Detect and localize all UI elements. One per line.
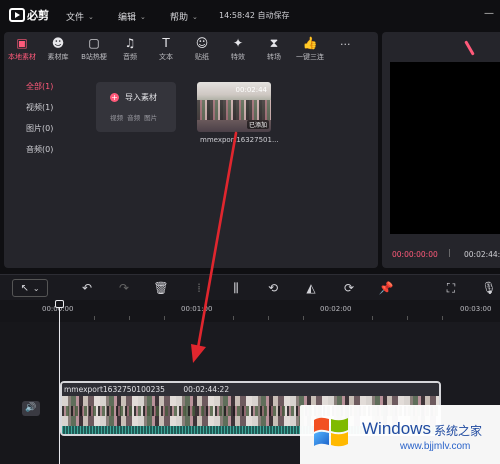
- plus-icon: +: [110, 93, 119, 102]
- ruler-label: 00:03:00: [460, 305, 492, 313]
- effects-icon: ✦: [232, 35, 244, 50]
- app-name: 必剪: [27, 9, 49, 22]
- watermark-title: Windows: [362, 419, 431, 438]
- ruler-label: 00:01:00: [181, 305, 213, 313]
- media-toolbar: ▣ 本地素材 ☻ 素材库 ▢ B站热梗 ♫ 音频 T 文本 ☺ 贴纸 ✦ 特效 …: [4, 32, 378, 66]
- music-icon: ♫: [124, 35, 136, 50]
- split-button[interactable]: ⁞: [191, 279, 207, 297]
- pen-icon[interactable]: [464, 40, 475, 56]
- redo-icon: ↷: [118, 281, 130, 295]
- media-filename: mmexport163275​01...: [200, 136, 279, 144]
- preview-screen[interactable]: [390, 62, 500, 234]
- tab-text[interactable]: T 文本: [148, 32, 184, 66]
- category-video[interactable]: 视频(1): [4, 97, 84, 118]
- microphone-icon: 🎙: [481, 281, 497, 295]
- total-time: 00:02:44:2: [464, 250, 500, 259]
- ruler-label: 00:02:00: [320, 305, 352, 313]
- timeline-toolbar: ↖ ⌄ ↶ ↷ 🗑 ⁞ ⫼ ⟲ ◭ ⟳ 📌 ⛶ 🎙: [0, 274, 500, 300]
- tab-stickers[interactable]: ☺ 贴纸: [184, 32, 220, 66]
- trash-icon: 🗑: [153, 281, 169, 295]
- redo-button[interactable]: ↷: [116, 279, 132, 297]
- minimize-button[interactable]: —: [484, 8, 494, 19]
- time-ruler[interactable]: 00:00:00 00:01:00 00:02:00 00:03:00: [0, 300, 500, 322]
- record-button[interactable]: 🎙: [481, 279, 497, 297]
- reverse-button[interactable]: ⟲: [265, 279, 281, 297]
- crop-button[interactable]: ⛶: [443, 279, 459, 297]
- folder-icon: ▣: [16, 35, 28, 50]
- added-badge: 已添加: [246, 120, 269, 129]
- category-list: 全部(1) 视频(1) 图片(0) 音频(0): [4, 76, 84, 160]
- rotate-icon: ⟳: [343, 281, 355, 295]
- clip-duration: 00:02:44:22: [183, 385, 230, 394]
- watermark-subtitle: 系统之家: [434, 424, 483, 438]
- chevron-down-icon: ⌄: [192, 12, 198, 21]
- windows-logo-icon: [314, 417, 348, 447]
- menu-help[interactable]: 帮助 ⌄: [170, 10, 198, 24]
- menu-edit[interactable]: 编辑 ⌄: [118, 10, 146, 24]
- title-bar: 必剪 文件 ⌄ 编辑 ⌄ 帮助 ⌄ 14:58:42 自动保存 —: [0, 0, 500, 30]
- watermark-url: www.bjjmlv.com: [400, 441, 471, 452]
- text-icon: T: [162, 35, 170, 50]
- track-header: [0, 322, 58, 464]
- autosave-status: 14:58:42 自动保存: [219, 11, 290, 20]
- thumb-up-icon: 👍: [302, 35, 318, 50]
- tab-effects[interactable]: ✦ 特效: [220, 32, 256, 66]
- import-media-button[interactable]: + 导入素材 视频 音频 图片: [96, 82, 176, 132]
- reverse-icon: ⟲: [267, 281, 279, 295]
- freeze-icon: ⫼: [233, 280, 239, 295]
- logo-icon: [9, 8, 25, 22]
- volume-icon[interactable]: 🔊: [22, 401, 40, 416]
- tab-local-media[interactable]: ▣ 本地素材: [4, 32, 40, 66]
- category-image[interactable]: 图片(0): [4, 118, 84, 139]
- pin-button[interactable]: 📌: [378, 279, 394, 297]
- app-logo: 必剪: [9, 7, 49, 23]
- playhead[interactable]: [59, 302, 60, 464]
- player-panel: 00:00:00:00 | 00:02:44:2: [382, 32, 500, 268]
- clip-name: mmexport1632750100235: [64, 385, 165, 394]
- split-icon: ⁞: [197, 281, 201, 295]
- mirror-button[interactable]: ◭: [303, 279, 319, 297]
- tv-icon: ▢: [88, 35, 100, 50]
- import-subtitle: 视频 音频 图片: [110, 114, 158, 122]
- time-separator: |: [448, 248, 451, 257]
- tab-triple-like[interactable]: 👍 一键三连: [292, 32, 328, 66]
- delete-button[interactable]: 🗑: [153, 279, 169, 297]
- media-duration: 00:02:44: [235, 86, 267, 94]
- chevron-down-icon: ⌄: [32, 283, 40, 293]
- more-icon[interactable]: ···: [340, 38, 351, 51]
- crop-icon: ⛶: [446, 280, 456, 295]
- pin-icon: 📌: [378, 281, 394, 295]
- menu-file[interactable]: 文件 ⌄: [66, 10, 94, 24]
- tab-bilibili-memes[interactable]: ▢ B站热梗: [76, 32, 112, 66]
- watermark: Windows 系统之家 www.bjjmlv.com: [300, 405, 500, 464]
- mirror-icon: ◭: [306, 281, 316, 295]
- tab-audio[interactable]: ♫ 音频: [112, 32, 148, 66]
- undo-button[interactable]: ↶: [79, 279, 95, 297]
- select-tool-button[interactable]: ↖ ⌄: [12, 279, 48, 297]
- media-panel: ▣ 本地素材 ☻ 素材库 ▢ B站热梗 ♫ 音频 T 文本 ☺ 贴纸 ✦ 特效 …: [4, 32, 378, 268]
- chevron-down-icon: ⌄: [88, 12, 94, 21]
- category-audio[interactable]: 音频(0): [4, 139, 84, 160]
- rotate-button[interactable]: ⟳: [341, 279, 357, 297]
- playhead-handle[interactable]: [55, 300, 64, 308]
- face-icon: ☻: [51, 35, 65, 50]
- transition-icon: ⧗: [269, 35, 279, 50]
- category-all[interactable]: 全部(1): [4, 76, 84, 97]
- sticker-icon: ☺: [195, 35, 209, 50]
- tab-material-library[interactable]: ☻ 素材库: [40, 32, 76, 66]
- cursor-icon: ↖: [20, 282, 29, 294]
- current-time: 00:00:00:00: [392, 250, 438, 259]
- tab-transitions[interactable]: ⧗ 转场: [256, 32, 292, 66]
- freeze-button[interactable]: ⫼: [228, 279, 244, 297]
- undo-icon: ↶: [81, 281, 93, 295]
- media-thumbnail[interactable]: 00:02:44 已添加: [197, 82, 271, 132]
- import-title: 导入素材: [125, 93, 157, 102]
- chevron-down-icon: ⌄: [140, 12, 146, 21]
